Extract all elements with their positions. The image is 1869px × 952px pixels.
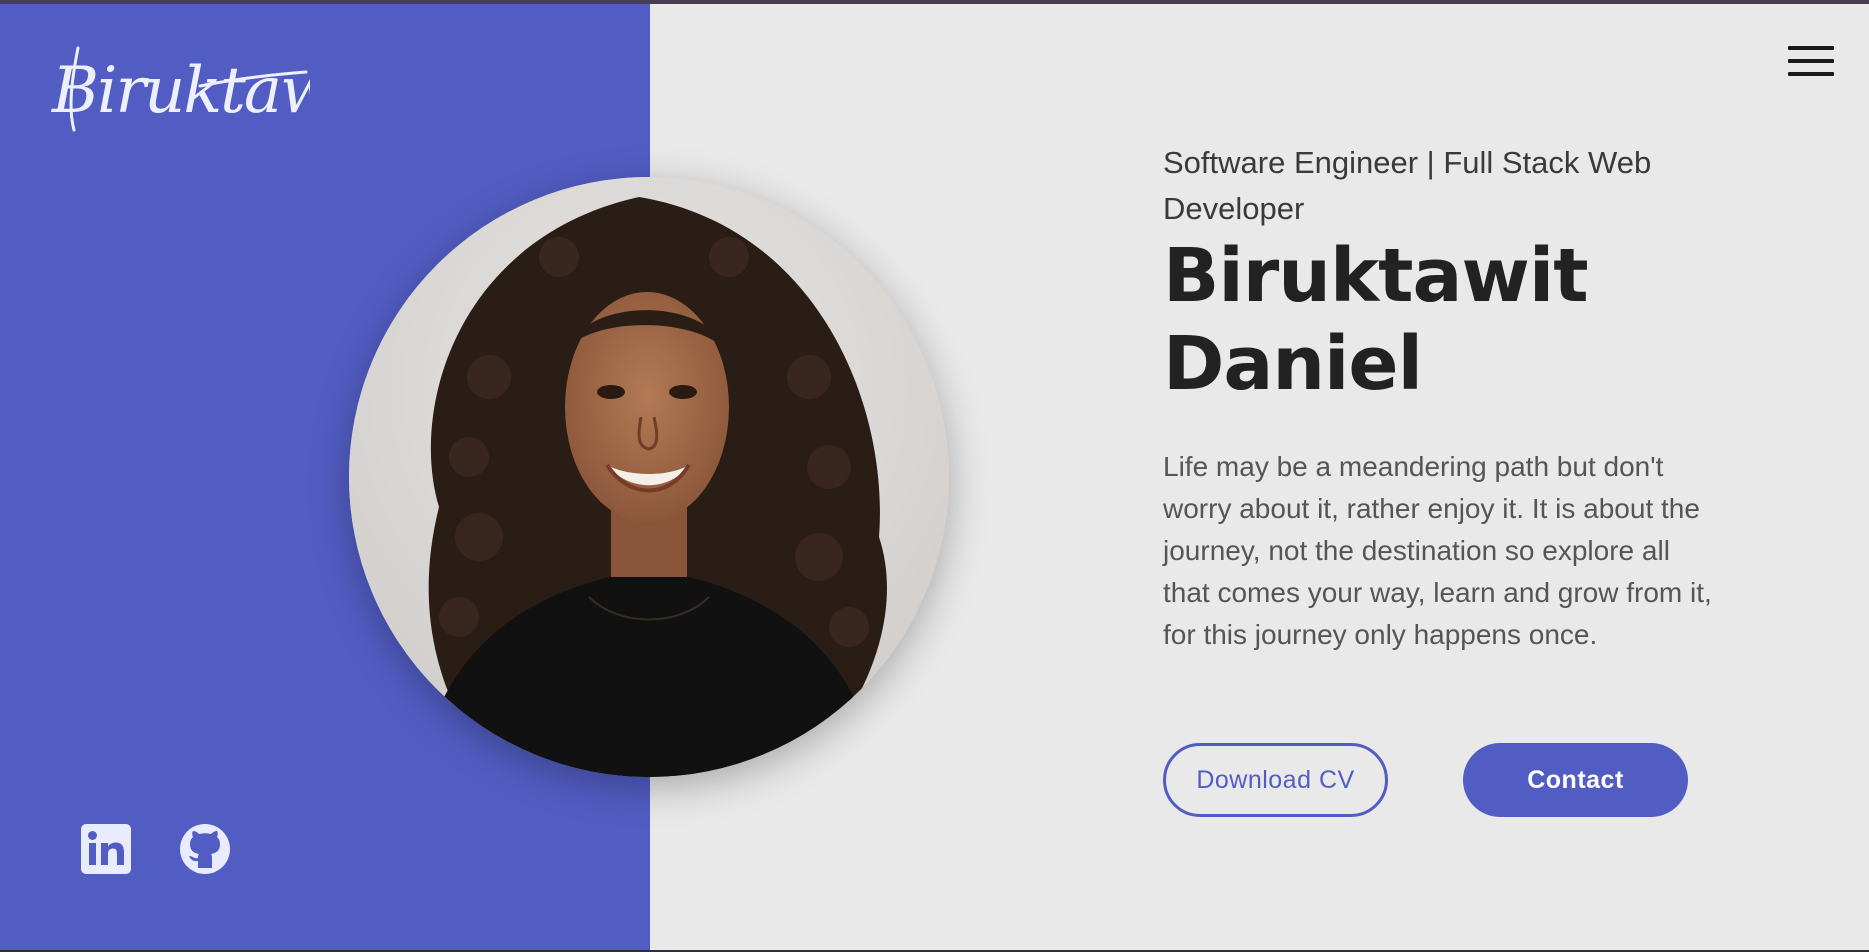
hamburger-menu-button[interactable] <box>1788 46 1836 82</box>
github-icon <box>180 824 230 874</box>
contact-button[interactable]: Contact <box>1463 743 1688 817</box>
hamburger-menu-icon <box>1788 46 1834 50</box>
signature-logo[interactable]: Biruktawit <box>50 38 379 138</box>
profile-photo-image <box>349 177 949 777</box>
signature-logo-graphic: Biruktawit <box>51 46 379 132</box>
hero-name: Biruktawit Daniel <box>1163 232 1723 408</box>
linkedin-link[interactable] <box>81 824 131 874</box>
hero-tagline: Life may be a meandering path but don't … <box>1163 451 1712 650</box>
hero-name-last: Daniel <box>1163 321 1423 407</box>
hero-subtitle: Software Engineer | Full Stack Web Devel… <box>1163 145 1652 226</box>
hero-content: Software Engineer | Full Stack Web Devel… <box>1163 140 1723 656</box>
hero-name-first: Biruktawit <box>1163 233 1589 319</box>
github-link[interactable] <box>180 824 230 874</box>
linkedin-icon <box>81 824 131 874</box>
profile-photo <box>349 177 949 777</box>
signature-text: Biruktawit <box>51 54 310 128</box>
download-cv-button[interactable]: Download CV <box>1163 743 1388 817</box>
